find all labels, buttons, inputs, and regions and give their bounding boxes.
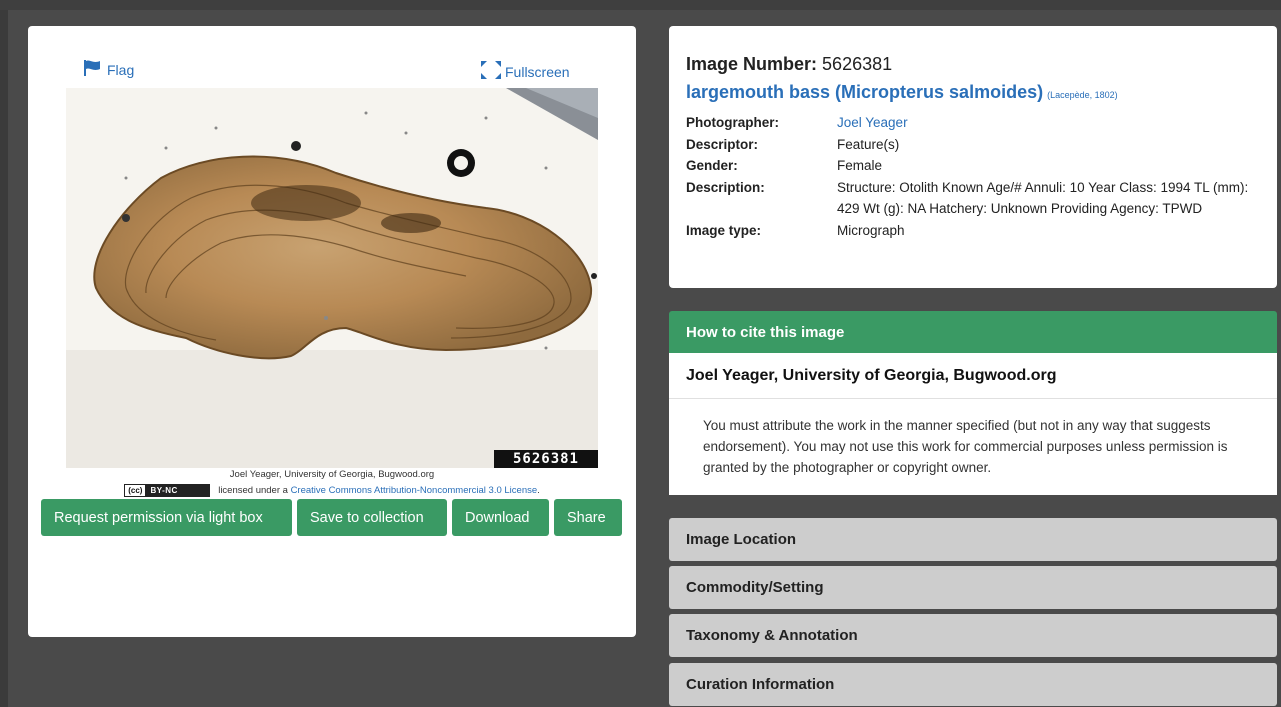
flag-link[interactable]: Flag — [84, 60, 134, 79]
field-value: Structure: Otolith Known Age/# Annuli: 1… — [837, 179, 1249, 217]
top-bar — [0, 0, 1281, 10]
accordion-curation-information[interactable]: Curation Information — [669, 663, 1277, 706]
field-label: Descriptor: — [686, 136, 759, 152]
flag-icon — [84, 60, 101, 79]
share-button[interactable]: Share — [554, 499, 622, 536]
species-name-link[interactable]: largemouth bass (Micropterus salmoides) — [686, 82, 1043, 102]
accordion-taxonomy-annotation[interactable]: Taxonomy & Annotation — [669, 614, 1277, 657]
field-value: Female — [837, 158, 883, 173]
fullscreen-label: Fullscreen — [505, 63, 570, 80]
download-button[interactable]: Download — [452, 499, 549, 536]
image-info-card: Image Number: 5626381 largemouth bass (M… — [669, 26, 1277, 288]
license-suffix: . — [537, 485, 540, 496]
expand-icon — [481, 61, 501, 82]
accordion-label: Taxonomy & Annotation — [686, 627, 858, 644]
left-edge — [0, 10, 8, 707]
image-number-label: Image Number: — [686, 54, 818, 74]
field-label: Photographer: — [686, 115, 779, 130]
citation-text: Joel Yeager, University of Georgia, Bugw… — [669, 353, 1277, 399]
cite-panel-body: Joel Yeager, University of Georgia, Bugw… — [669, 353, 1277, 495]
cc-badge-cc: (cc) — [125, 485, 147, 496]
license-text: licensed under a Creative Commons Attrib… — [218, 485, 540, 496]
accordion-label: Image Location — [686, 531, 797, 548]
image-metadata: Photographer: Joel Yeager Descriptor: Fe… — [686, 112, 1260, 241]
accordion-image-location[interactable]: Image Location — [669, 518, 1277, 561]
species-title: largemouth bass (Micropterus salmoides) (… — [686, 82, 1260, 103]
accordion-label: Commodity/Setting — [686, 579, 824, 596]
accordion-label: Curation Information — [686, 676, 835, 693]
photo-credit: Joel Yeager, University of Georgia, Bugw… — [229, 469, 435, 480]
field-label: Description: — [686, 179, 765, 195]
cc-license-badge[interactable]: (cc) BY-NC — [124, 484, 211, 497]
request-permission-button[interactable]: Request permission via light box — [41, 499, 292, 536]
attribution-note: You must attribute the work in the manne… — [703, 418, 1228, 475]
field-label: Gender: — [686, 158, 738, 173]
accordion-commodity-setting[interactable]: Commodity/Setting — [669, 566, 1277, 609]
image-number-overlay: 5626381 — [494, 450, 598, 468]
action-buttons: Request permission via light box Save to… — [41, 499, 622, 536]
image-number-value: 5626381 — [822, 54, 893, 74]
save-to-collection-button[interactable]: Save to collection — [297, 499, 447, 536]
field-value: Micrograph — [837, 222, 905, 238]
image-number-heading: Image Number: 5626381 — [686, 54, 1260, 75]
otolith-micrograph[interactable]: 5626381 — [66, 88, 598, 468]
cc-badge-text: BY-NC — [150, 486, 178, 495]
photographer-link[interactable]: Joel Yeager — [837, 115, 908, 130]
license-prefix: licensed under a — [218, 485, 288, 496]
license-row: (cc) BY-NC licensed under a Creative Com… — [28, 484, 636, 497]
field-value: Feature(s) — [837, 136, 900, 152]
flag-label: Flag — [107, 61, 135, 78]
fullscreen-link[interactable]: Fullscreen — [481, 61, 570, 82]
cite-panel-heading: How to cite this image — [669, 311, 1277, 353]
species-authority: (Lacepède, 1802) — [1047, 90, 1118, 100]
license-link[interactable]: Creative Commons Attribution-Noncommerci… — [291, 485, 538, 496]
field-label: Image type: — [686, 222, 762, 238]
image-viewer-card: Flag Fullscreen 5626381 Joel Yeager, Uni… — [28, 26, 636, 637]
